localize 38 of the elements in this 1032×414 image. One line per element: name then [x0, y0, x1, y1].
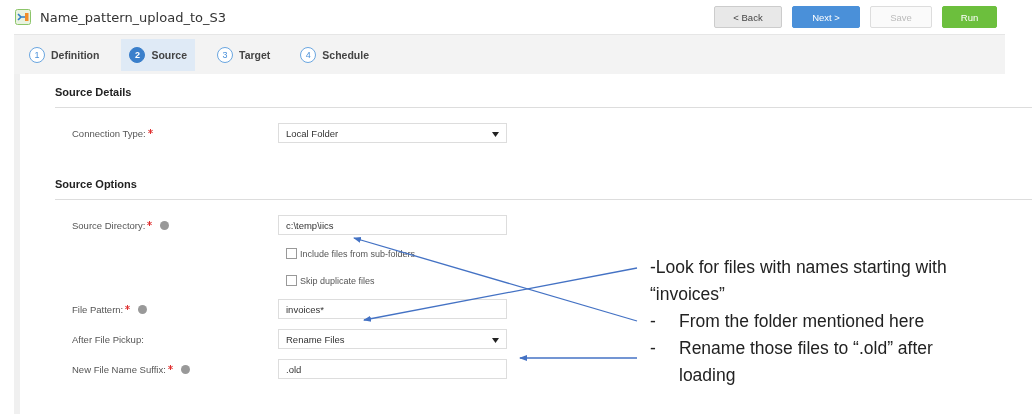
step-label: Target: [239, 48, 271, 61]
mapping-task-icon: [15, 9, 31, 25]
checkbox-label: Skip duplicate files: [300, 275, 375, 286]
checkbox[interactable]: [286, 248, 297, 259]
toolbar-button[interactable]: < Back: [714, 6, 782, 28]
field-label: After File Pickup:: [72, 333, 144, 345]
step-label: Source: [151, 48, 188, 61]
input-field[interactable]: .old: [278, 359, 507, 379]
wizard-step-tab[interactable]: 2 Source: [121, 38, 196, 71]
bullet-dash: -: [650, 310, 657, 333]
field-label: Source Directory:: [72, 219, 146, 231]
step-number: 3: [217, 46, 234, 63]
field-label: File Pattern:: [72, 303, 124, 315]
input-field[interactable]: invoices*: [278, 299, 507, 319]
section-heading: Source Details: [55, 74, 1032, 108]
checkbox[interactable]: [286, 275, 297, 286]
step-label: Definition: [51, 48, 100, 61]
dropdown-field[interactable]: Rename Files: [278, 329, 507, 349]
step-label: Schedule: [322, 48, 370, 61]
annotation-text: Rename those files to “.old” after loading: [679, 337, 934, 387]
bullet-dash: -: [650, 337, 657, 360]
step-number: 4: [300, 46, 317, 63]
help-icon[interactable]: [160, 220, 170, 230]
step-number: 2: [129, 46, 146, 63]
help-icon[interactable]: [180, 364, 190, 374]
wizard-step-tab[interactable]: 1 Definition: [21, 38, 108, 71]
wizard-step-tab[interactable]: 4 Schedule: [292, 38, 378, 71]
dropdown-field[interactable]: Local Folder: [278, 123, 507, 143]
input-field[interactable]: c:\temp\iics: [278, 215, 507, 235]
section-heading: Source Options: [55, 166, 1032, 200]
field-label: New File Name Suffix:: [72, 363, 166, 375]
annotation-text: From the folder mentioned here: [679, 310, 925, 333]
step-number: 1: [29, 46, 45, 63]
window-title: Name_pattern_upload_to_S3: [40, 9, 226, 25]
field-label: Connection Type:: [72, 127, 146, 139]
help-icon[interactable]: [138, 304, 148, 314]
annotation-text: -Look for files with names starting with “invoices”: [650, 256, 948, 306]
wizard-step-tab[interactable]: 3 Target: [209, 38, 279, 71]
